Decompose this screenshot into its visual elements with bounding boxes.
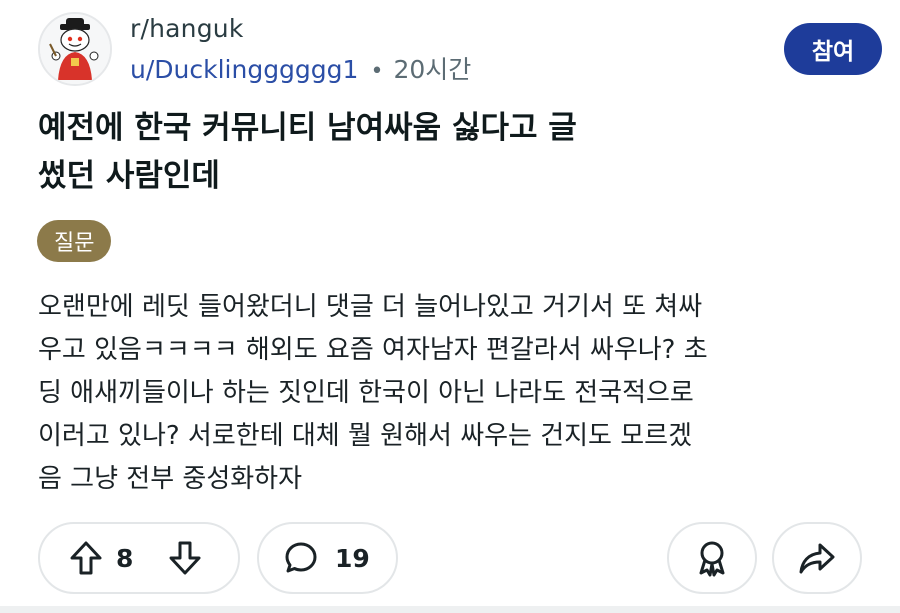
vote-control: 8 <box>38 522 240 594</box>
share-button[interactable] <box>772 522 862 594</box>
join-button[interactable]: 참여 <box>784 23 882 75</box>
post-body: 오랜만에 레딧 들어왔더니 댓글 더 늘어나있고 거기서 또 쳐싸 우고 있음ㅋ… <box>38 286 868 501</box>
share-arrow-icon <box>799 543 835 574</box>
post-body-line: 딩 애새끼들이나 하는 짓인데 한국이 아닌 나라도 전국적으로 <box>38 378 694 408</box>
post-title[interactable]: 예전에 한국 커뮤니티 남여싸움 싫다고 글 썼던 사람인데 <box>38 104 698 200</box>
award-icon <box>699 541 725 577</box>
subreddit-name[interactable]: r/hanguk <box>130 14 244 43</box>
meta-separator: • <box>370 59 384 84</box>
comment-bubble-icon <box>285 542 317 573</box>
post-body-line: 음 그냥 전부 중성화하자 <box>38 464 302 494</box>
upvote-arrow-icon <box>70 541 102 575</box>
comment-icon-wrap <box>277 534 325 582</box>
comment-count: 19 <box>335 543 370 573</box>
downvote-arrow-icon <box>169 541 201 575</box>
subreddit-avatar[interactable] <box>38 12 112 86</box>
author-link[interactable]: u/Ducklingggggg1 <box>130 55 358 84</box>
post-meta: u/Ducklingggggg1 • 20시간 <box>130 50 471 86</box>
post-title-line: 예전에 한국 커뮤니티 남여싸움 싫다고 글 <box>38 110 577 146</box>
post-body-line: 우고 있음ㅋㅋㅋㅋ 해외도 요즘 여자남자 편갈라서 싸우나? 초 <box>38 335 708 365</box>
comments-button[interactable]: 19 <box>257 522 398 594</box>
post-flair[interactable]: 질문 <box>37 220 112 262</box>
post-body-line: 오랜만에 레딧 들어왔더니 댓글 더 늘어나있고 거기서 또 쳐싸 <box>38 292 703 322</box>
post-title-line: 썼던 사람인데 <box>38 158 220 194</box>
post-header: r/hanguk u/Ducklingggggg1 • 20시간 참여 <box>38 12 882 88</box>
post-body-line: 이러고 있나? 서로한테 대체 뭘 원해서 싸우는 건지도 모르겠 <box>38 421 692 451</box>
action-bar: 8 19 <box>0 522 900 594</box>
mascot-icon <box>40 14 110 84</box>
upvote-button[interactable] <box>62 534 110 582</box>
post-time: 20시간 <box>393 55 472 84</box>
vote-count: 8 <box>116 543 134 573</box>
bottom-divider <box>0 606 900 613</box>
award-button[interactable] <box>667 522 757 594</box>
downvote-button[interactable] <box>161 534 209 582</box>
